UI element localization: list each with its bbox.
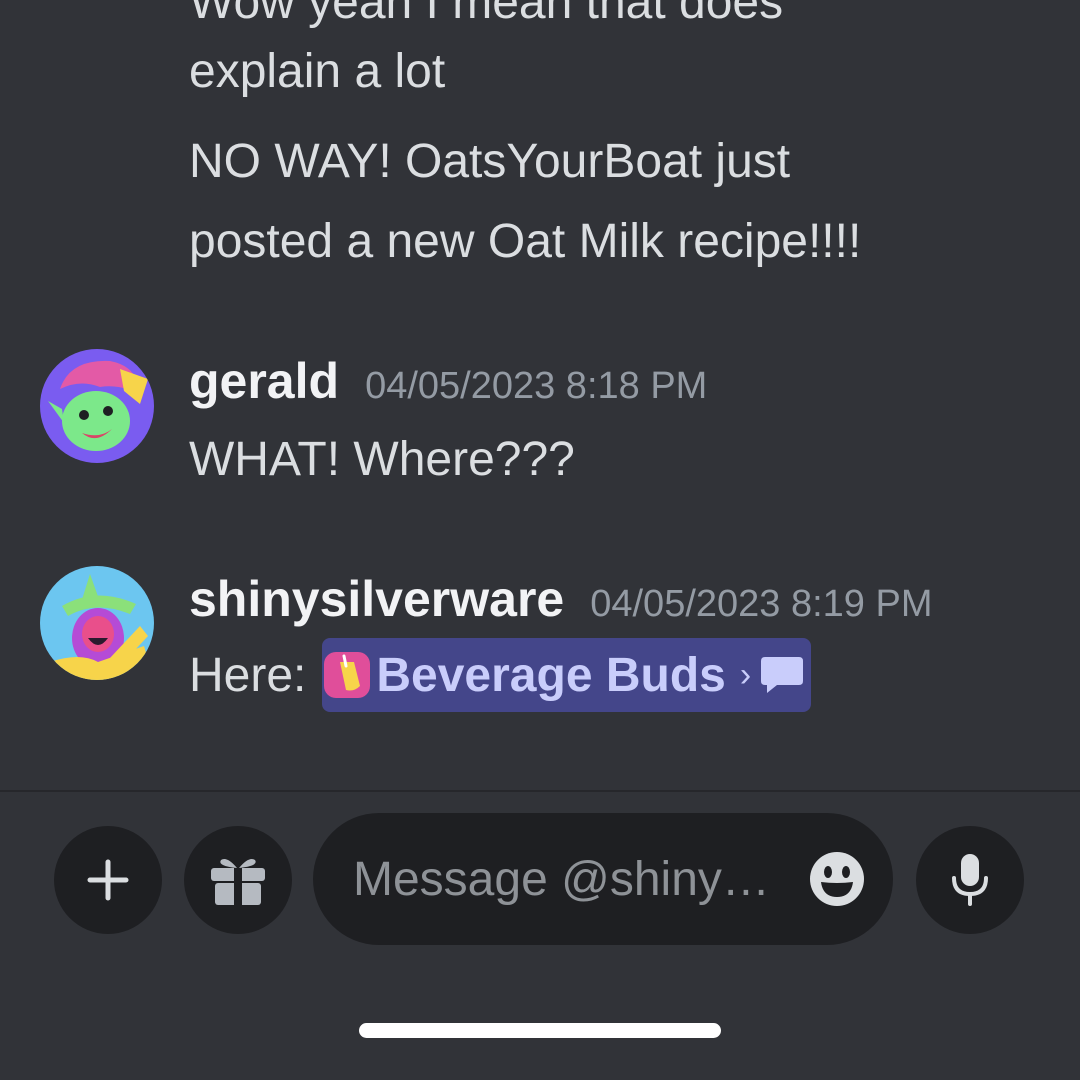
message-list[interactable]: Wow yeah I mean that does explain a lot …: [0, 0, 1080, 790]
username[interactable]: gerald: [189, 352, 339, 410]
chevron-right-icon: ›: [739, 655, 752, 694]
message-text: WHAT! Where???: [189, 432, 575, 487]
plus-icon: [87, 859, 129, 901]
channel-icon: [324, 652, 371, 698]
message-body: Here:: [189, 648, 307, 702]
voice-message-button[interactable]: [916, 826, 1024, 934]
timestamp: 04/05/2023 8:19 PM: [590, 583, 933, 625]
gift-icon: [211, 859, 265, 906]
message-text-line: posted a new Oat Milk recipe!!!!: [189, 215, 862, 268]
message-header: shinysilverware 04/05/2023 8:19 PM: [189, 570, 933, 628]
message-input[interactable]: [353, 813, 793, 945]
avatar-shinysilverware[interactable]: [40, 566, 154, 680]
message-composer: [313, 813, 893, 945]
thread-bubble-icon: [761, 655, 804, 695]
avatar-gerald[interactable]: [40, 349, 154, 463]
avatar-image: [40, 566, 154, 680]
message-text-line: NO WAY! OatsYourBoat just: [189, 135, 791, 188]
home-indicator[interactable]: [359, 1023, 721, 1038]
username[interactable]: shinysilverware: [189, 570, 564, 628]
message-text-line: explain a lot: [189, 45, 446, 98]
timestamp: 04/05/2023 8:18 PM: [365, 365, 708, 407]
avatar-image: [40, 349, 154, 463]
channel-mention-chip[interactable]: Beverage Buds ›: [322, 638, 812, 712]
emoji-smile-icon: [810, 852, 864, 906]
microphone-icon: [952, 854, 988, 906]
chat-screen: Wow yeah I mean that does explain a lot …: [0, 0, 1080, 1080]
message-header: gerald 04/05/2023 8:18 PM: [189, 352, 707, 410]
emoji-button[interactable]: [809, 851, 865, 907]
gift-button[interactable]: [184, 826, 292, 934]
message-text: Here: Beverage Buds ›: [189, 638, 812, 712]
add-attachment-button[interactable]: [54, 826, 162, 934]
message-body: WHAT! Where???: [189, 433, 575, 486]
composer-divider: [0, 790, 1080, 792]
channel-mention-label: Beverage Buds: [376, 648, 726, 702]
